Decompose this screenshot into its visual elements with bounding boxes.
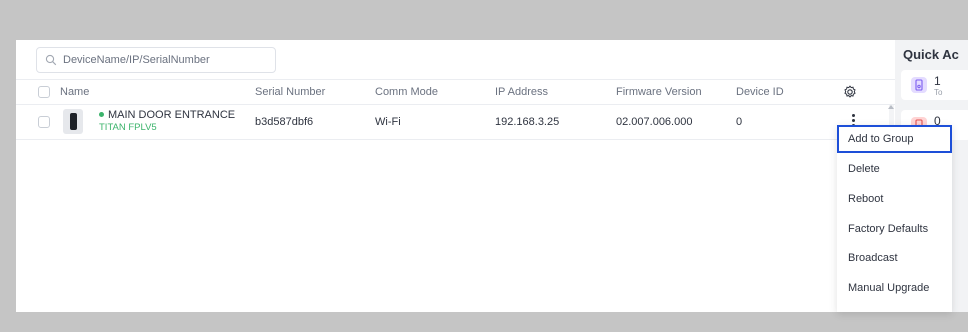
device-thumbnail <box>63 109 83 134</box>
menu-item-factory-defaults[interactable]: Factory Defaults <box>837 215 952 243</box>
column-header-ip-address[interactable]: IP Address <box>495 86 548 98</box>
cell-firmware-version: 02.007.006.000 <box>616 116 693 128</box>
device-icon <box>911 77 927 93</box>
search-icon <box>45 54 57 66</box>
device-management-window: Name Serial Number Comm Mode IP Address … <box>16 40 968 312</box>
search-box[interactable] <box>36 47 276 73</box>
row-actions-menu: Add to Group Delete Reboot Factory Defau… <box>837 125 952 312</box>
device-name-label: MAIN DOOR ENTRANCE <box>108 109 236 121</box>
column-header-comm-mode[interactable]: Comm Mode <box>375 86 438 98</box>
cell-device-id: 0 <box>736 116 743 128</box>
table-header: Name Serial Number Comm Mode IP Address … <box>16 80 895 104</box>
quick-card-count: 1 <box>934 74 941 88</box>
column-header-serial-number[interactable]: Serial Number <box>255 86 325 98</box>
column-header-name[interactable]: Name <box>60 86 89 98</box>
cell-comm-mode: Wi-Fi <box>375 116 401 128</box>
quick-card-label: To <box>934 88 943 97</box>
cell-ip-address: 192.168.3.25 <box>495 116 560 128</box>
scroll-up-arrow-icon[interactable] <box>888 105 894 109</box>
online-status-dot <box>99 111 104 117</box>
menu-item-add-to-group[interactable]: Add to Group <box>837 125 952 153</box>
column-header-device-id[interactable]: Device ID <box>736 86 784 98</box>
search-input[interactable] <box>63 54 275 66</box>
cell-serial-number: b3d587dbf6 <box>255 116 314 128</box>
menu-item-delete[interactable]: Delete <box>837 155 952 183</box>
menu-item-reboot[interactable]: Reboot <box>837 185 952 213</box>
table-row[interactable]: MAIN DOOR ENTRANCE TITAN FPLV5 b3d587dbf… <box>16 105 895 139</box>
device-model: TITAN FPLV5 <box>99 122 157 133</box>
device-name[interactable]: MAIN DOOR ENTRANCE <box>99 109 235 121</box>
select-all-checkbox[interactable] <box>38 86 50 98</box>
device-list-panel: Name Serial Number Comm Mode IP Address … <box>16 40 895 312</box>
column-header-firmware-version[interactable]: Firmware Version <box>616 86 702 98</box>
column-settings-gear-icon[interactable] <box>843 85 857 99</box>
divider <box>16 139 895 140</box>
row-checkbox[interactable] <box>38 116 50 128</box>
menu-item-broadcast[interactable]: Broadcast <box>837 244 952 272</box>
quick-card-total[interactable]: 1 To <box>901 70 968 100</box>
quick-access-title: Quick Ac <box>903 47 959 62</box>
menu-item-manual-upgrade[interactable]: Manual Upgrade <box>837 274 952 302</box>
